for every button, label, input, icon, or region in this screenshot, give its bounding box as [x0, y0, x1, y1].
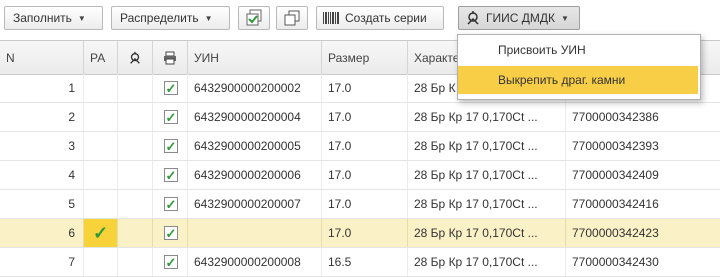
printed-checkbox[interactable]: ✓	[164, 168, 178, 182]
row-number: 4	[0, 161, 84, 189]
column-header-giis[interactable]	[118, 41, 153, 74]
printed-cell[interactable]: ✓	[153, 248, 188, 276]
uin-cell	[188, 219, 322, 247]
series-cell: 7700000342423	[572, 226, 659, 240]
distribute-button-label: Распределить	[120, 11, 199, 25]
check-all-icon	[246, 9, 262, 26]
characteristic-cell: 28 Бр Кр 17 0,170Ct ...	[408, 132, 566, 160]
table-row[interactable]: 3 ✓ 6432900000200005 17.0 28 Бр Кр 17 0,170C…	[0, 132, 720, 161]
menu-item-label: Выкрепить драг. камни	[498, 73, 626, 87]
series-cell: 7700000342409	[572, 168, 659, 182]
table-row[interactable]: 4 ✓ 6432900000200006 17.0 28 Бр Кр 17 0,170C…	[0, 161, 720, 190]
menu-item-label: Присвоить УИН	[498, 43, 586, 57]
size-cell: 17.0	[322, 74, 408, 102]
series-cell: 7700000342416	[572, 197, 659, 211]
pa-cell[interactable]	[84, 74, 118, 102]
uin-cell: 6432900000200002	[188, 74, 322, 102]
menu-item-assign-uin[interactable]: Присвоить УИН	[458, 36, 698, 64]
characteristic-cell: 28 Бр Кр 17 0,170Ct ...	[408, 219, 566, 247]
column-header-uin[interactable]: УИН	[188, 41, 322, 74]
printed-checkbox[interactable]: ✓	[164, 255, 178, 269]
row-number: 3	[0, 132, 84, 160]
create-series-label: Создать серии	[345, 11, 427, 25]
check-all-button[interactable]	[238, 6, 270, 30]
giis-cell[interactable]	[118, 219, 153, 247]
column-header-size[interactable]: Размер	[322, 41, 408, 74]
distribute-button[interactable]: Распределить ▼	[111, 6, 230, 30]
row-number: 2	[0, 103, 84, 131]
table-row[interactable]: 6 ✓ ✓ 17.0 28 Бр Кр 17 0,170Ct ... 7700000342…	[0, 219, 720, 248]
size-cell: 17.0	[322, 161, 408, 189]
row-number: 5	[0, 190, 84, 218]
characteristic-cell: 28 Бр Кр 17 0,170Ct ...	[408, 161, 566, 189]
chevron-down-icon: ▼	[204, 13, 213, 23]
series-cell: 7700000342386	[572, 110, 659, 124]
barcode-icon	[323, 12, 339, 24]
chevron-down-icon: ▼	[77, 13, 86, 23]
size-cell: 17.0	[322, 219, 408, 247]
printed-cell[interactable]: ✓	[153, 103, 188, 131]
giis-dmdk-menu: Присвоить УИН Выкрепить драг. камни	[457, 34, 701, 100]
giis-cell[interactable]	[118, 248, 153, 276]
table-row[interactable]: 7 ✓ 6432900000200008 16.5 28 Бр Кр 17 0,170C…	[0, 248, 720, 277]
printed-cell[interactable]: ✓	[153, 161, 188, 189]
uin-cell: 6432900000200008	[188, 248, 322, 276]
giis-cell[interactable]	[118, 132, 153, 160]
characteristic-cell: 28 Бр Кр 17 0,170Ct ...	[408, 190, 566, 218]
series-cell: 7700000342430	[572, 255, 659, 269]
chevron-down-icon: ▼	[561, 13, 569, 23]
uin-cell: 6432900000200007	[188, 190, 322, 218]
create-series-button[interactable]: Создать серии	[316, 6, 444, 30]
giis-dmdk-label: ГИИС ДМДК	[486, 11, 555, 25]
pa-cell[interactable]: ✓	[84, 219, 118, 247]
pa-cell[interactable]	[84, 248, 118, 276]
uncheck-all-icon	[284, 10, 300, 26]
uin-cell: 6432900000200004	[188, 103, 322, 131]
pa-cell[interactable]	[84, 190, 118, 218]
size-cell: 17.0	[322, 190, 408, 218]
printed-checkbox[interactable]: ✓	[164, 139, 178, 153]
row-number: 7	[0, 248, 84, 276]
column-header-pa[interactable]: РА	[84, 41, 118, 74]
printed-cell[interactable]: ✓	[153, 190, 188, 218]
size-cell: 17.0	[322, 103, 408, 131]
giis-cell[interactable]	[118, 190, 153, 218]
uin-cell: 6432900000200005	[188, 132, 322, 160]
giis-dmdk-button[interactable]: ГИИС ДМДК ▼	[458, 6, 580, 30]
column-header-print[interactable]	[153, 41, 188, 74]
table-row[interactable]: 5 ✓ 6432900000200007 17.0 28 Бр Кр 17 0,170C…	[0, 190, 720, 219]
uncheck-all-button[interactable]	[276, 6, 308, 30]
uin-cell: 6432900000200006	[188, 161, 322, 189]
printed-checkbox[interactable]: ✓	[164, 226, 178, 240]
size-cell: 16.5	[322, 248, 408, 276]
printed-cell[interactable]: ✓	[153, 132, 188, 160]
menu-item-detach-stones[interactable]: Выкрепить драг. камни	[458, 66, 698, 94]
row-number: 1	[0, 74, 84, 102]
giis-cell[interactable]	[118, 103, 153, 131]
pa-cell[interactable]	[84, 103, 118, 131]
table-row[interactable]: 2 ✓ 6432900000200004 17.0 28 Бр Кр 17 0,170C…	[0, 103, 720, 132]
printed-cell[interactable]: ✓	[153, 219, 188, 247]
characteristic-cell: 28 Бр Кр 17 0,170Ct ...	[408, 248, 566, 276]
fill-button-label: Заполнить	[13, 11, 72, 25]
row-number: 6	[0, 219, 84, 247]
column-header-n[interactable]: N	[0, 41, 84, 74]
pa-cell[interactable]	[84, 161, 118, 189]
printed-cell[interactable]: ✓	[153, 74, 188, 102]
pa-cell[interactable]	[84, 132, 118, 160]
size-cell: 17.0	[322, 132, 408, 160]
printed-checkbox[interactable]: ✓	[164, 81, 178, 95]
printer-icon	[164, 51, 176, 64]
giis-icon	[130, 51, 140, 64]
printed-checkbox[interactable]: ✓	[164, 197, 178, 211]
giis-cell[interactable]	[118, 74, 153, 102]
printed-checkbox[interactable]: ✓	[164, 110, 178, 124]
giis-cell[interactable]	[118, 161, 153, 189]
giis-icon	[467, 11, 479, 25]
characteristic-cell: 28 Бр Кр 17 0,170Ct ...	[408, 103, 566, 131]
series-cell: 7700000342393	[572, 139, 659, 153]
pa-check-mark: ✓	[92, 222, 109, 243]
fill-button[interactable]: Заполнить ▼	[4, 6, 103, 30]
